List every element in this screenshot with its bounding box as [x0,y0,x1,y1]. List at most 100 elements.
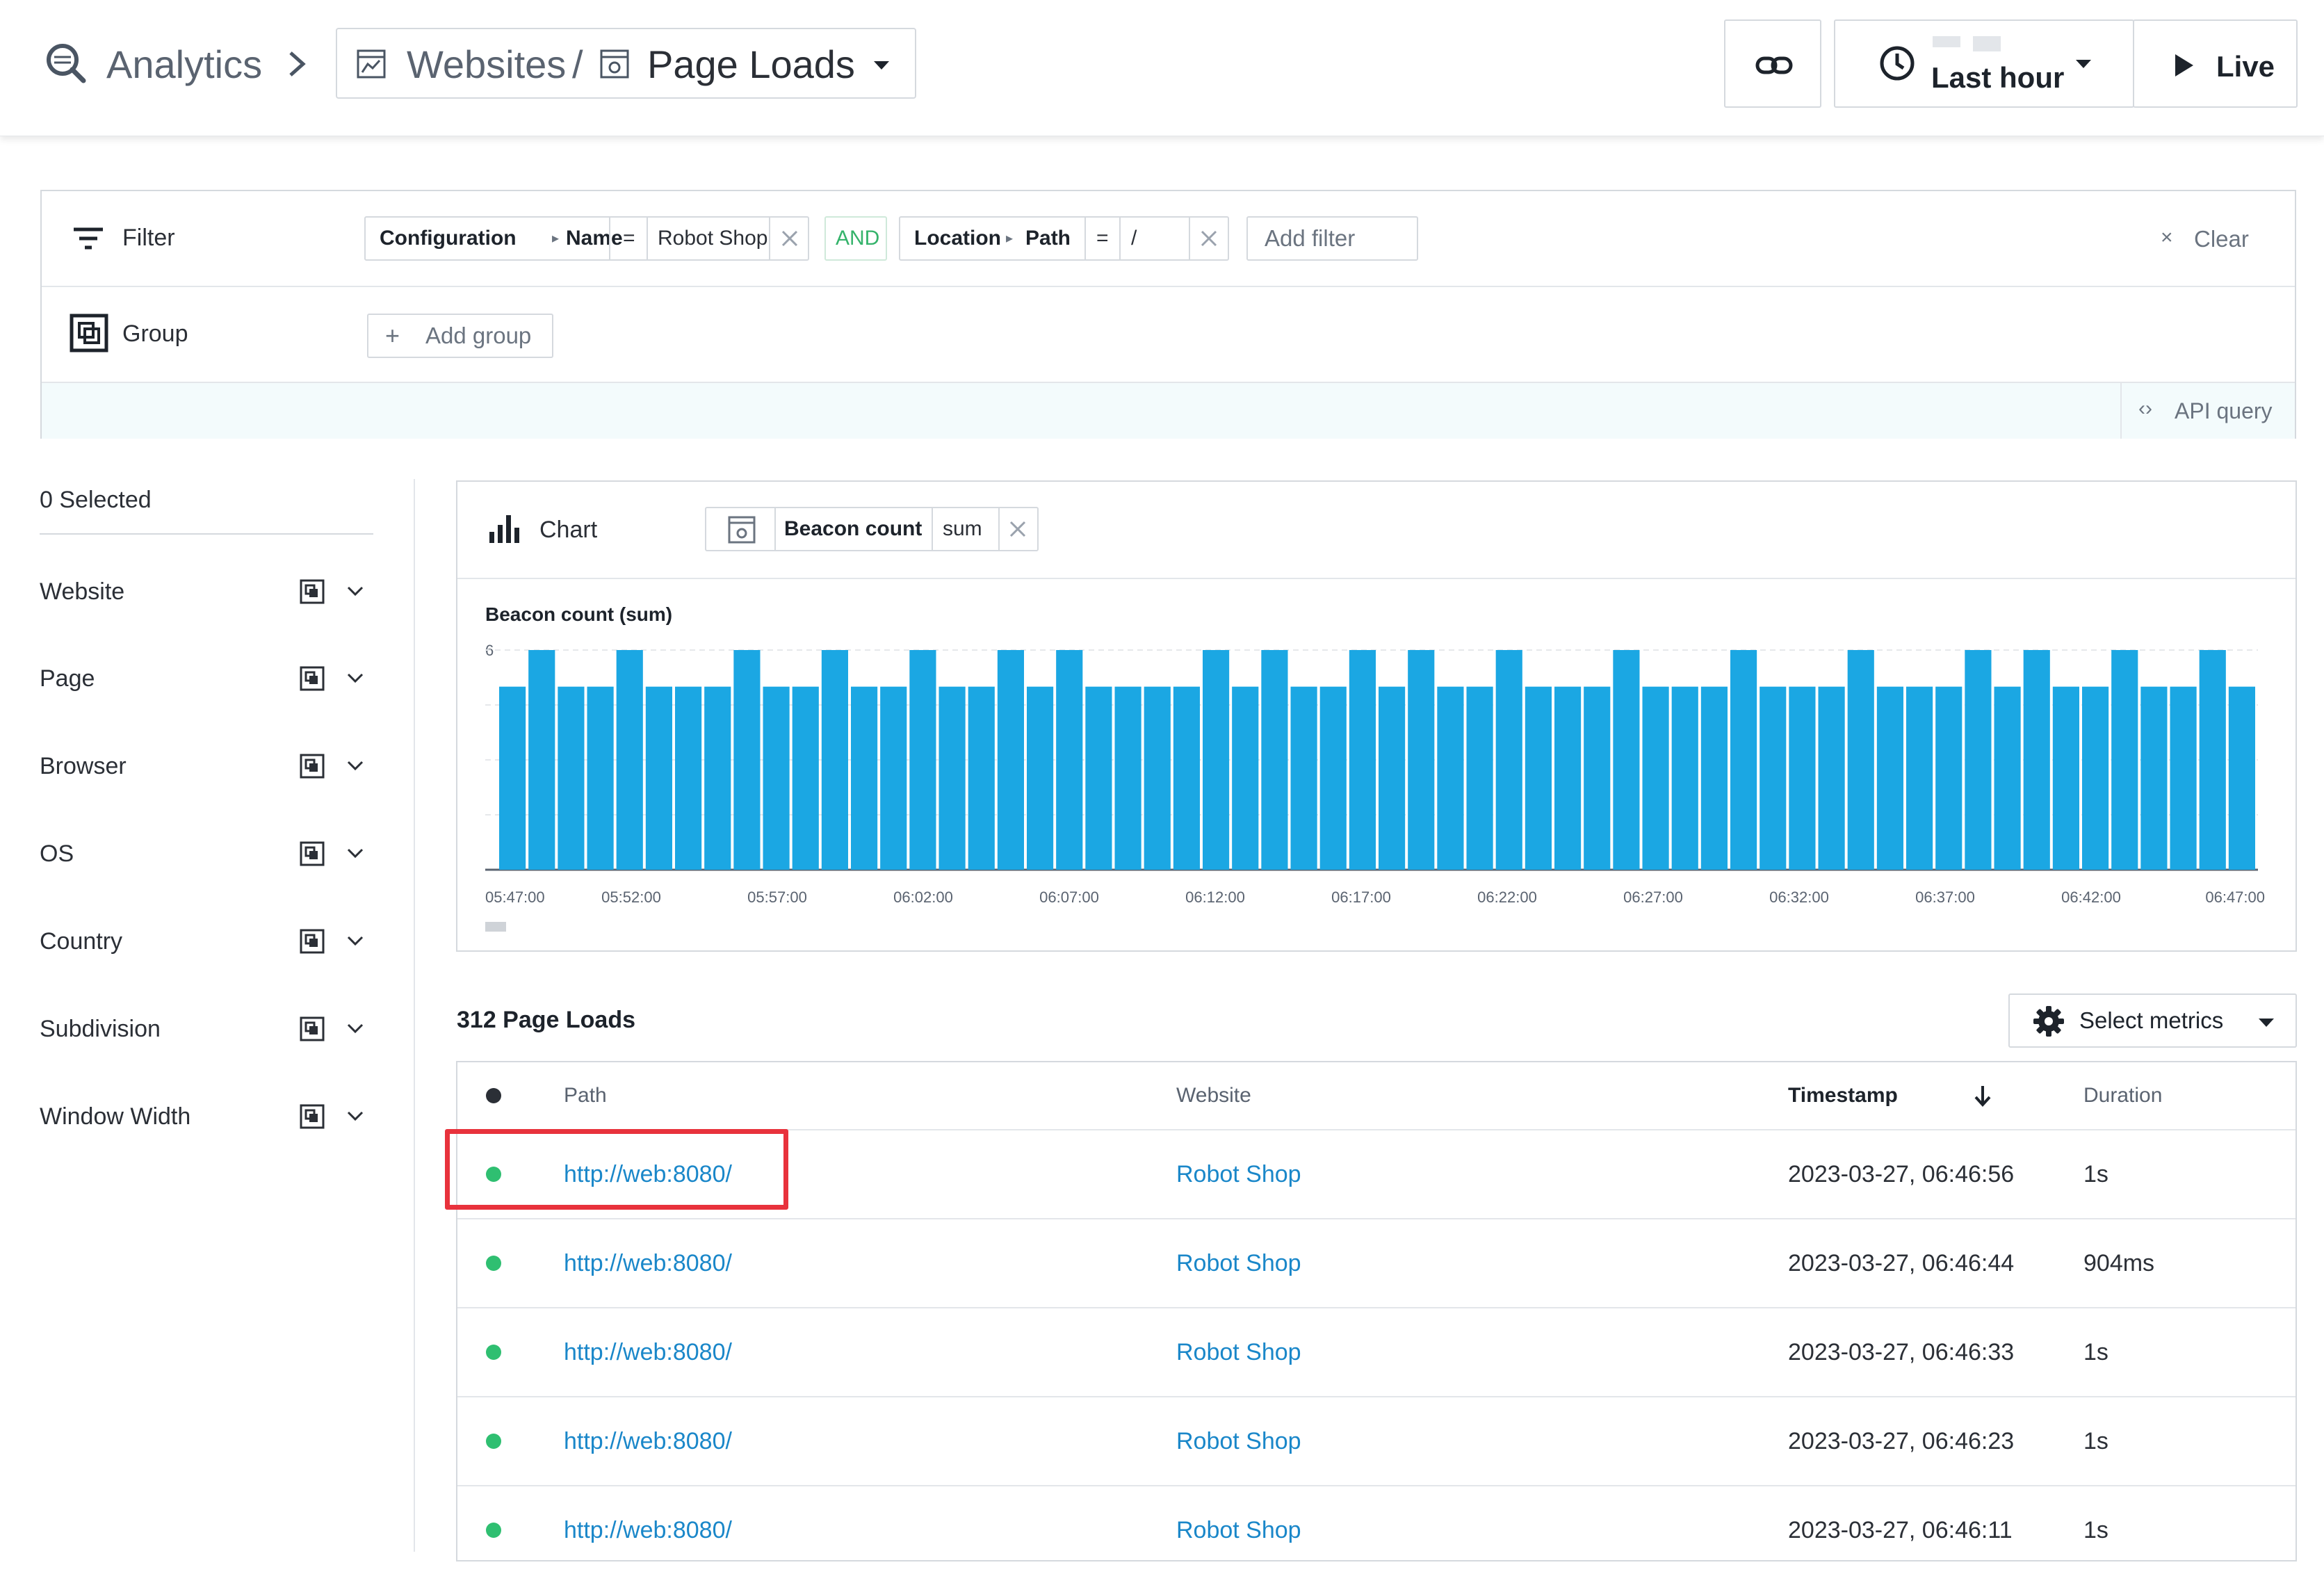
chart-bar[interactable] [1203,650,1230,870]
group-by-icon[interactable] [300,841,325,866]
chevron-down-icon[interactable] [346,845,365,862]
group-by-icon[interactable] [300,1016,325,1041]
website-link[interactable]: Robot Shop [1176,1219,1301,1307]
chart-bar[interactable] [2140,686,2168,870]
group-by-icon[interactable] [300,579,325,604]
chart-bar[interactable] [1789,686,1816,870]
chart-bar[interactable] [1760,686,1787,870]
group-by-icon[interactable] [300,666,325,691]
chevron-down-icon[interactable] [346,1021,365,1037]
chart-bar[interactable] [1818,686,1845,870]
website-link[interactable]: Robot Shop [1176,1308,1301,1396]
chart-bar[interactable] [851,686,878,870]
filter-chip-path[interactable]: Location ▸ Path = / [899,216,1229,261]
group-by-icon[interactable] [300,1104,325,1129]
group-by-icon[interactable] [300,929,325,954]
chart-bar[interactable] [2199,650,2226,870]
live-button[interactable]: Live [2133,19,2298,108]
path-link[interactable]: http://web:8080/ [564,1219,732,1307]
column-header-path[interactable]: Path [564,1062,607,1129]
time-range-selector[interactable]: Last hour [1834,19,2134,108]
metric-chip[interactable]: Beacon count sum [705,507,1039,551]
chart-bar[interactable] [587,686,614,870]
sidebar-item-window-width[interactable]: Window Width [40,1096,373,1137]
breadcrumb-websites[interactable]: Websites [407,42,566,87]
chart-bar[interactable] [821,650,848,870]
chart-bar[interactable] [616,650,643,870]
chart-bar[interactable] [909,650,936,870]
chart-bar[interactable] [1906,686,1933,870]
chart-bar[interactable] [1642,686,1669,870]
share-link-button[interactable] [1724,19,1821,108]
group-by-icon[interactable] [300,754,325,779]
chart-bar[interactable] [528,650,555,870]
chart-bar[interactable] [1290,686,1317,870]
chevron-down-icon[interactable] [346,583,365,600]
chart-bar[interactable] [1935,686,1963,870]
remove-filter-icon[interactable] [1196,226,1221,251]
sidebar-item-browser[interactable]: Browser [40,745,373,787]
add-group-button[interactable]: + Add group [367,314,553,358]
remove-metric-icon[interactable] [1005,517,1030,542]
chart-bar[interactable] [1965,650,1992,870]
chart-bar[interactable] [704,686,731,870]
clear-filters-button[interactable]: × Clear [2161,226,2324,254]
chart-bar[interactable] [1671,686,1698,870]
breadcrumb-selector[interactable]: Websites / Page Loads [336,28,916,99]
website-link[interactable]: Robot Shop [1176,1130,1301,1218]
chart-bar[interactable] [1525,686,1552,870]
sidebar-item-country[interactable]: Country [40,920,373,962]
website-link[interactable]: Robot Shop [1176,1397,1301,1485]
chevron-down-icon[interactable] [346,670,365,687]
chart-bar[interactable] [645,686,672,870]
chart-bar[interactable] [1056,650,1083,870]
sidebar-item-os[interactable]: OS [40,833,373,875]
chart-bar[interactable] [1495,650,1522,870]
chart-bar[interactable] [1408,650,1435,870]
select-metrics-button[interactable]: Select metrics [2008,993,2297,1048]
chart-bar[interactable] [2170,686,2197,870]
column-header-website[interactable]: Website [1176,1062,1251,1129]
chart-bar[interactable] [938,686,966,870]
chart-bar[interactable] [558,686,585,870]
path-link[interactable]: http://web:8080/ [564,1486,732,1574]
chart-bar[interactable] [997,650,1024,870]
chevron-down-icon[interactable] [346,1108,365,1125]
chart-bar[interactable] [2082,686,2109,870]
remove-filter-icon[interactable] [777,226,802,251]
sort-descending-icon[interactable] [1973,1083,1992,1108]
chart-bar[interactable] [1466,686,1493,870]
chart-bar[interactable] [1613,650,1640,870]
sidebar-item-subdivision[interactable]: Subdivision [40,1008,373,1050]
table-row[interactable]: http://web:8080/ Robot Shop 2023-03-27, … [457,1307,2295,1396]
website-link[interactable]: Robot Shop [1176,1486,1301,1574]
chart-bar[interactable] [1173,686,1200,870]
chart-bar[interactable] [1994,686,2021,870]
chart-bar[interactable] [1584,686,1611,870]
filter-chip-name[interactable]: Configuration ▸ Name = Robot Shop [364,216,809,261]
chart-bar[interactable] [1554,686,1582,870]
chart-bar[interactable] [2052,686,2079,870]
chart-bar[interactable] [968,686,995,870]
chart-bar[interactable] [1349,650,1376,870]
breadcrumb-analytics[interactable]: Analytics [106,42,262,87]
chart-bar[interactable] [2111,650,2138,870]
chart-bar[interactable] [763,686,790,870]
chart-bar[interactable] [1319,686,1347,870]
api-query-button[interactable]: ‹› API query [2138,394,2298,429]
sidebar-item-page[interactable]: Page [40,658,373,699]
chevron-down-icon[interactable] [346,758,365,774]
column-header-timestamp[interactable]: Timestamp [1788,1062,1898,1129]
chart-bar[interactable] [1730,650,1757,870]
chart-bar[interactable] [1876,686,1903,870]
chart-bar[interactable] [880,686,907,870]
chart-bar[interactable] [1085,686,1112,870]
table-row[interactable]: http://web:8080/ Robot Shop 2023-03-27, … [457,1485,2295,1574]
column-header-duration[interactable]: Duration [2083,1062,2162,1129]
chart-bar[interactable] [675,686,702,870]
sidebar-item-website[interactable]: Website [40,571,373,612]
chart-bar[interactable] [792,686,819,870]
chart-bar[interactable] [1379,686,1406,870]
chart-bar[interactable] [2023,650,2050,870]
path-link[interactable]: http://web:8080/ [564,1308,732,1396]
